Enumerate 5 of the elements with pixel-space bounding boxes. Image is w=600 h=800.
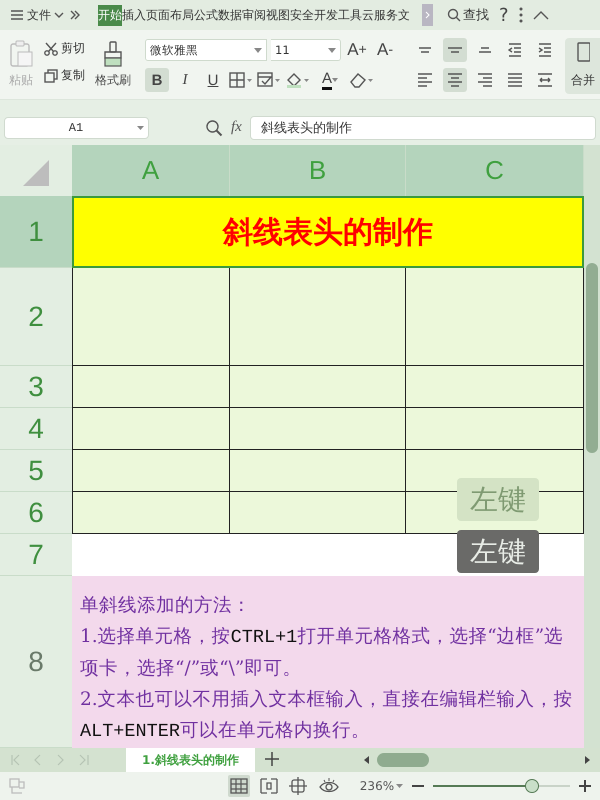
note-paragraph: 2.文本也可以不用插入文本框输入，直接在编辑栏输入，按ALT+ENTER可以在单元格内换行。 [80, 688, 574, 744]
note-paragraph: 单斜线添加的方法： [80, 594, 252, 618]
key-hint-tooltip: 左键 [457, 530, 539, 573]
key-hint-tooltip: 左键 [457, 478, 539, 521]
note-paragraph: 1.选择单元格，按CTRL+1打开单元格格式，选择“边框”选项卡，选择“/”或“\”即可。 [80, 625, 564, 681]
